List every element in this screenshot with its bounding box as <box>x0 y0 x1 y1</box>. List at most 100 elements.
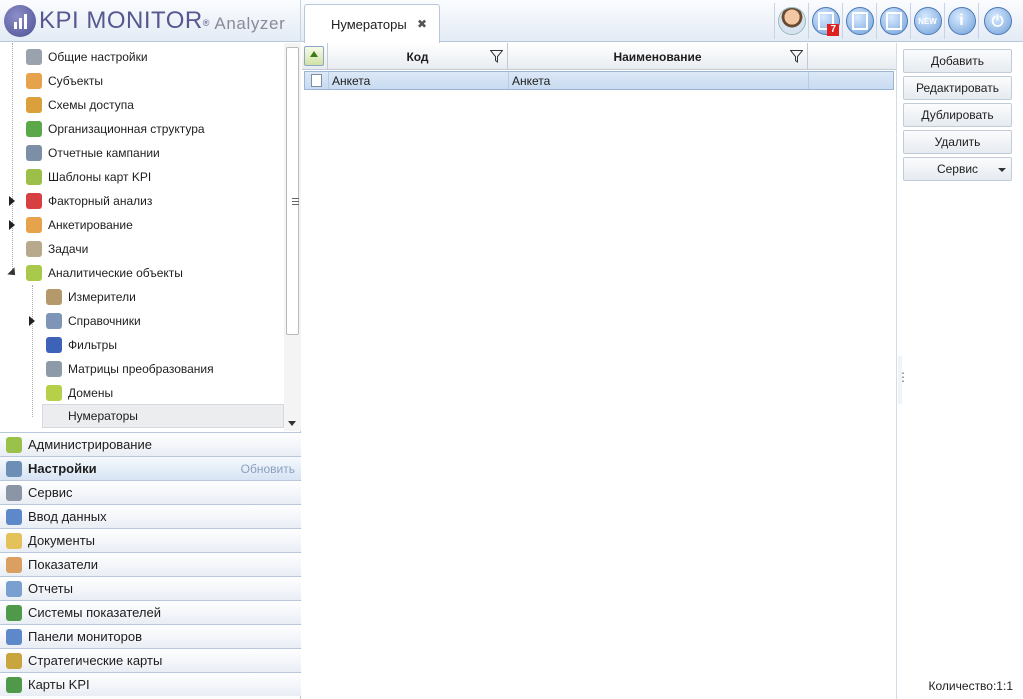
logo-text: KPI MONITOR <box>39 7 203 34</box>
strategy-maps-icon <box>6 652 22 669</box>
expand-arrow-icon[interactable] <box>29 316 35 326</box>
settings-tree: Общие настройки Субъекты Схемы доступа О… <box>0 43 301 431</box>
column-header-code[interactable]: Код <box>328 43 508 70</box>
navigation-sections: Администрирование Настройки Обновить Серв… <box>0 432 301 696</box>
questionnaire-icon <box>26 217 42 233</box>
logo-registered: ® <box>202 18 210 28</box>
info-button[interactable]: i <box>944 3 978 39</box>
indicators-icon <box>6 556 22 573</box>
tree-item-label: Задачи <box>48 242 89 256</box>
nav-dashboards[interactable]: Панели мониторов <box>0 624 301 648</box>
tree-item-org-structure[interactable]: Организационная структура <box>26 117 205 141</box>
tree-item-label: Нумераторы <box>68 409 138 423</box>
tree-item-filters[interactable]: Фильтры <box>46 333 117 357</box>
whats-new-button[interactable]: NEW <box>910 3 944 39</box>
tree-item-domains[interactable]: Домены <box>46 381 113 405</box>
tree-item-label: Матрицы преобразования <box>68 362 214 376</box>
tree-item-label: Фильтры <box>68 338 117 352</box>
delete-button[interactable]: Удалить <box>903 130 1012 154</box>
tab-numerators[interactable]: Нумераторы ✖ <box>304 4 440 43</box>
nav-documents[interactable]: Документы <box>0 528 301 552</box>
factor-analysis-icon <box>26 193 42 209</box>
gear-icon <box>26 49 42 65</box>
nav-label: Сервис <box>28 485 73 500</box>
add-button[interactable]: Добавить <box>903 49 1012 73</box>
grid-header: Код Наименование <box>302 43 896 70</box>
cell-name[interactable]: Анкета <box>509 72 809 89</box>
notifications-button[interactable]: 7 <box>808 3 842 39</box>
list-icon <box>845 7 874 35</box>
close-icon[interactable]: ✖ <box>417 17 427 31</box>
tree-item-tasks[interactable]: Задачи <box>26 237 88 261</box>
nav-kpi-cards[interactable]: Карты KPI <box>0 672 301 696</box>
new-icon: NEW <box>913 7 942 35</box>
nav-label: Документы <box>28 533 96 548</box>
cell-code[interactable]: Анкета <box>329 72 509 89</box>
tree-scrollbar[interactable] <box>284 43 301 431</box>
clipboard-button[interactable] <box>876 3 910 39</box>
nav-service[interactable]: Сервис <box>0 480 301 504</box>
tree-item-factor-analysis[interactable]: Факторный анализ <box>9 189 153 213</box>
tree-item-general-settings[interactable]: Общие настройки <box>26 45 148 69</box>
nav-administration[interactable]: Администрирование <box>0 432 301 456</box>
splitter-grip-icon[interactable] <box>897 356 909 404</box>
tree-item-reporting-campaigns[interactable]: Отчетные кампании <box>26 141 160 165</box>
nav-settings[interactable]: Настройки Обновить <box>0 456 301 480</box>
filter-icon <box>46 337 62 353</box>
tree-item-label: Шаблоны карт KPI <box>48 170 152 184</box>
nav-data-entry[interactable]: Ввод данных <box>0 504 301 528</box>
domain-icon <box>46 385 62 401</box>
filter-funnel-icon[interactable] <box>790 50 803 63</box>
column-header-name[interactable]: Наименование <box>508 43 808 70</box>
collapse-arrow-icon[interactable] <box>7 267 19 279</box>
nav-strategy-maps[interactable]: Стратегические карты <box>0 648 301 672</box>
notifications-badge: 7 <box>827 24 839 36</box>
power-button[interactable]: ⏻ <box>978 3 1016 39</box>
filter-funnel-icon[interactable] <box>490 50 503 63</box>
tree-line <box>12 43 13 273</box>
dashboards-icon <box>6 628 22 645</box>
scroll-down-icon[interactable] <box>288 421 296 426</box>
avatar-icon <box>777 7 806 35</box>
tree-item-measures[interactable]: Измерители <box>46 285 136 309</box>
nav-indicators[interactable]: Показатели <box>0 552 301 576</box>
analytic-objects-icon <box>26 265 42 281</box>
expand-arrow-icon[interactable] <box>9 196 15 206</box>
tree-item-subjects[interactable]: Субъекты <box>26 69 103 93</box>
nav-label: Системы показателей <box>28 605 161 620</box>
toolbar: 7 NEW i ⏻ <box>774 0 1016 42</box>
user-avatar-button[interactable] <box>774 3 808 39</box>
power-icon: ⏻ <box>983 7 1012 35</box>
edit-button[interactable]: Редактировать <box>903 76 1012 100</box>
tree-item-questionnaires[interactable]: Анкетирование <box>9 213 133 237</box>
scrollbar-thumb[interactable] <box>286 47 299 335</box>
tree-item-analytic-objects[interactable]: Аналитические объекты <box>7 261 183 285</box>
row-indicator <box>305 72 329 89</box>
service-dropdown-button[interactable]: Сервис <box>903 157 1012 181</box>
tree-item-numerators[interactable]: Нумераторы <box>42 404 284 428</box>
measure-icon <box>46 289 62 305</box>
kpi-template-icon <box>26 169 42 185</box>
tree-item-label: Домены <box>68 386 114 400</box>
grid-corner <box>302 43 328 70</box>
table-row[interactable]: Анкета Анкета <box>304 71 894 90</box>
nav-label: Отчеты <box>28 581 73 596</box>
tree-item-label: Факторный анализ <box>48 194 153 208</box>
grip-icon <box>292 198 299 205</box>
refresh-link[interactable]: Обновить <box>241 462 295 476</box>
expand-arrow-icon[interactable] <box>9 220 15 230</box>
go-up-icon[interactable] <box>304 46 324 66</box>
tree-item-transform-matrices[interactable]: Матрицы преобразования <box>46 357 214 381</box>
tree-item-dictionaries[interactable]: Справочники <box>29 309 141 333</box>
tree-item-access-schemes[interactable]: Схемы доступа <box>26 93 134 117</box>
left-panel: Общие настройки Субъекты Схемы доступа О… <box>0 43 301 699</box>
tree-item-label: Аналитические объекты <box>48 266 183 280</box>
tasks-button[interactable] <box>842 3 876 39</box>
kpi-logo-icon <box>4 5 36 37</box>
tab-title: Нумераторы <box>331 16 407 32</box>
tree-item-kpi-templates[interactable]: Шаблоны карт KPI <box>26 165 151 189</box>
nav-label: Показатели <box>28 557 98 572</box>
nav-indicator-systems[interactable]: Системы показателей <box>0 600 301 624</box>
nav-reports[interactable]: Отчеты <box>0 576 301 600</box>
duplicate-button[interactable]: Дублировать <box>903 103 1012 127</box>
